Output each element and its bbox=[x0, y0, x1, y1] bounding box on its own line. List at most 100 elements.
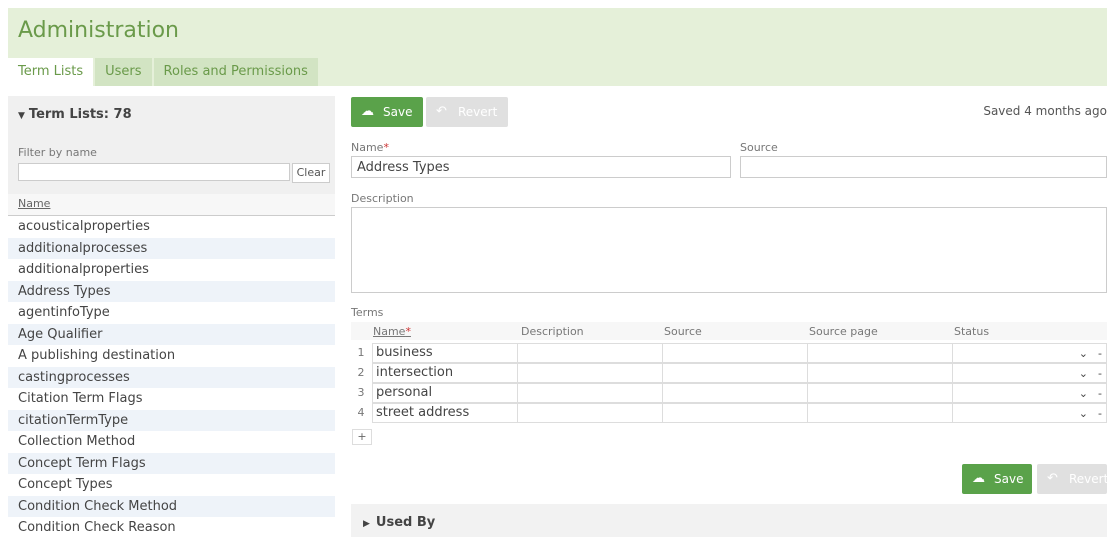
list-item[interactable]: castingprocesses bbox=[8, 366, 335, 388]
description-field-label: Description bbox=[351, 192, 414, 205]
list-item[interactable]: Address Types bbox=[8, 280, 335, 302]
bottom-save-button[interactable]: ☁ Save bbox=[962, 464, 1032, 494]
source-field[interactable] bbox=[740, 156, 1107, 178]
table-row: 1 business ⌄ - bbox=[351, 343, 1107, 363]
used-by-section[interactable]: ▶ Used By bbox=[351, 504, 1107, 537]
undo-icon: ↶ bbox=[1047, 471, 1058, 486]
term-name-cell[interactable]: street address bbox=[372, 403, 518, 423]
cloud-upload-icon: ☁ bbox=[972, 471, 985, 486]
name-column-header[interactable]: Name bbox=[8, 194, 335, 216]
column-header-source-page: Source page bbox=[809, 325, 878, 338]
term-status-select[interactable]: ⌄ - bbox=[952, 383, 1107, 403]
caret-down-icon: ▼ bbox=[18, 111, 25, 121]
remove-row-button[interactable]: - bbox=[1098, 404, 1102, 424]
term-description-cell[interactable] bbox=[517, 343, 663, 363]
bottom-revert-button[interactable]: ↶ Revert bbox=[1037, 464, 1107, 494]
list-item[interactable]: Citation Term Flags bbox=[8, 388, 335, 410]
term-description-cell[interactable] bbox=[517, 363, 663, 383]
list-item[interactable]: additionalproperties bbox=[8, 259, 335, 281]
list-item[interactable]: Concept Types bbox=[8, 474, 335, 496]
column-header-description: Description bbox=[521, 325, 584, 338]
remove-row-button[interactable]: - bbox=[1098, 364, 1102, 384]
table-row: 4 street address ⌄ - bbox=[351, 403, 1107, 423]
chevron-down-icon: ⌄ bbox=[1078, 387, 1088, 400]
term-lists-header[interactable]: ▼ Term Lists: 78 bbox=[8, 96, 335, 134]
term-name-cell[interactable]: business bbox=[372, 343, 518, 363]
revert-button[interactable]: ↶ Revert bbox=[426, 97, 508, 127]
term-list: acousticalproperties additionalprocesses… bbox=[8, 216, 335, 539]
column-header-status: Status bbox=[954, 325, 990, 338]
remove-row-button[interactable]: - bbox=[1098, 344, 1102, 364]
list-item[interactable]: citationTermType bbox=[8, 409, 335, 431]
chevron-down-icon: ⌄ bbox=[1078, 367, 1088, 380]
term-status-select[interactable]: ⌄ - bbox=[952, 403, 1107, 423]
list-item[interactable]: agentinfoType bbox=[8, 302, 335, 324]
term-name-cell[interactable]: intersection bbox=[372, 363, 518, 383]
revert-label: Revert bbox=[458, 105, 498, 119]
row-number: 2 bbox=[357, 366, 365, 379]
name-field-label: Name* bbox=[351, 141, 389, 154]
column-header-source: Source bbox=[664, 325, 702, 338]
term-status-select[interactable]: ⌄ - bbox=[952, 363, 1107, 383]
undo-icon: ↶ bbox=[436, 104, 447, 119]
chevron-down-icon: ⌄ bbox=[1078, 347, 1088, 360]
table-row: 2 intersection ⌄ - bbox=[351, 363, 1107, 383]
column-header-name[interactable]: Name* bbox=[373, 325, 411, 338]
used-by-label: Used By bbox=[375, 515, 436, 530]
term-list-editor: ☁ Save ↶ Revert Saved 4 months ago Name* A… bbox=[351, 96, 1107, 537]
table-row: 3 personal ⌄ - bbox=[351, 383, 1107, 403]
name-field[interactable]: Address Types bbox=[351, 156, 731, 178]
term-name-cell[interactable]: personal bbox=[372, 383, 518, 403]
remove-row-button[interactable]: - bbox=[1098, 384, 1102, 404]
save-label: Save bbox=[383, 105, 413, 119]
required-marker: * bbox=[383, 141, 389, 154]
term-lists-sidebar: ▼ Term Lists: 78 Filter by name Clear Nam… bbox=[8, 96, 335, 537]
term-lists-count: Term Lists: 78 bbox=[28, 107, 132, 122]
cloud-upload-icon: ☁ bbox=[361, 104, 374, 119]
term-status-select[interactable]: ⌄ - bbox=[952, 343, 1107, 363]
save-button[interactable]: ☁ Save bbox=[351, 97, 423, 127]
row-number: 1 bbox=[357, 346, 365, 359]
chevron-down-icon: ⌄ bbox=[1078, 407, 1088, 420]
filter-panel: Filter by name Clear bbox=[8, 134, 335, 194]
tab-term-lists[interactable]: Term Lists bbox=[8, 58, 94, 86]
clear-button[interactable]: Clear bbox=[292, 163, 330, 183]
tab-users[interactable]: Users bbox=[95, 58, 152, 86]
list-item[interactable]: Collection Method bbox=[8, 431, 335, 453]
list-item[interactable]: Condition Check Method bbox=[8, 495, 335, 517]
term-source-page-cell[interactable] bbox=[807, 403, 953, 423]
term-description-cell[interactable] bbox=[517, 383, 663, 403]
terms-table-header: Name* Description Source Source page Sta… bbox=[351, 322, 1107, 340]
tab-bar: Term Lists Users Roles and Permissions bbox=[8, 58, 318, 86]
name-label-text: Name bbox=[351, 141, 384, 154]
required-marker: * bbox=[405, 325, 411, 338]
description-field[interactable] bbox=[351, 207, 1107, 293]
term-source-cell[interactable] bbox=[662, 403, 808, 423]
list-item[interactable]: Age Qualifier bbox=[8, 323, 335, 345]
row-number: 3 bbox=[357, 386, 365, 399]
add-row-button[interactable]: + bbox=[352, 429, 372, 445]
term-source-page-cell[interactable] bbox=[807, 363, 953, 383]
term-source-page-cell[interactable] bbox=[807, 383, 953, 403]
tab-roles-and-permissions[interactable]: Roles and Permissions bbox=[153, 58, 318, 86]
list-item[interactable]: acousticalproperties bbox=[8, 216, 335, 238]
saved-status: Saved 4 months ago bbox=[983, 104, 1107, 118]
page-title: Administration bbox=[18, 18, 179, 43]
save-label: Save bbox=[994, 472, 1024, 486]
app-header: Administration Term Lists Users Roles an… bbox=[8, 8, 1107, 86]
filter-input[interactable] bbox=[18, 163, 290, 181]
list-item[interactable]: Condition Check Reason bbox=[8, 517, 335, 539]
list-item[interactable]: additionalprocesses bbox=[8, 237, 335, 259]
list-item[interactable]: Concept Term Flags bbox=[8, 452, 335, 474]
filter-label: Filter by name bbox=[18, 146, 97, 159]
term-source-page-cell[interactable] bbox=[807, 343, 953, 363]
term-source-cell[interactable] bbox=[662, 383, 808, 403]
term-source-cell[interactable] bbox=[662, 363, 808, 383]
list-item[interactable]: A publishing destination bbox=[8, 345, 335, 367]
column-name-text: Name bbox=[373, 325, 406, 338]
caret-right-icon: ▶ bbox=[363, 519, 370, 529]
term-source-cell[interactable] bbox=[662, 343, 808, 363]
revert-label: Revert bbox=[1069, 472, 1107, 486]
row-number: 4 bbox=[357, 406, 365, 419]
term-description-cell[interactable] bbox=[517, 403, 663, 423]
